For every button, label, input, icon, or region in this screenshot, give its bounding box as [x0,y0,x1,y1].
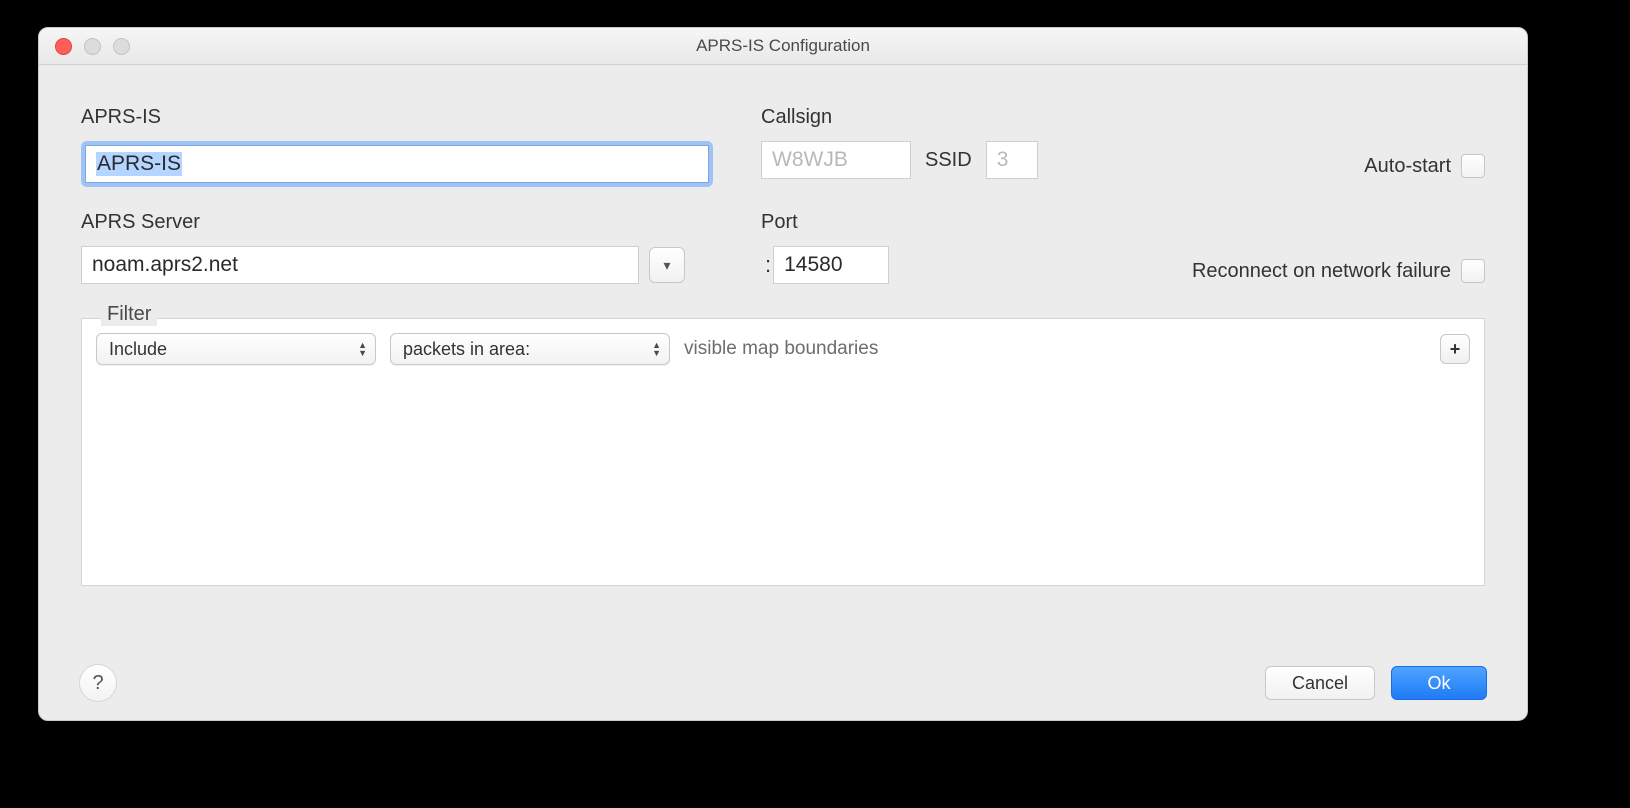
ssid-input[interactable] [986,141,1038,179]
window-controls [55,38,130,55]
dialog-content: APRS-IS APRS-IS Callsign SSID Auto-start [39,64,1527,720]
port-input[interactable] [773,246,889,284]
add-filter-button[interactable]: + [1440,334,1470,364]
aprs-name-value: APRS-IS [96,152,182,176]
filter-mode-select[interactable]: Include ▲▼ [96,333,376,365]
server-input[interactable] [81,246,639,284]
zoom-window-button[interactable] [113,38,130,55]
minimize-window-button[interactable] [84,38,101,55]
updown-caret-icon: ▲▼ [358,342,367,357]
callsign-input[interactable] [761,141,911,179]
aprs-input-focus-ring: APRS-IS [81,141,713,187]
filter-criteria-select[interactable]: packets in area: ▲▼ [390,333,670,365]
dialog-window: APRS-IS Configuration APRS-IS APRS-IS Ca… [38,27,1528,721]
callsign-label: Callsign [761,106,1485,129]
filter-row: Include ▲▼ packets in area: ▲▼ visible m… [96,333,1470,365]
ok-button-label: Ok [1427,673,1450,694]
host-port-separator: : [765,252,771,278]
aprs-name-input[interactable]: APRS-IS [85,145,709,183]
filter-criteria-value: packets in area: [403,339,530,360]
autostart-label: Auto-start [1364,155,1451,178]
reconnect-label: Reconnect on network failure [1192,260,1451,283]
filter-list: Include ▲▼ packets in area: ▲▼ visible m… [81,318,1485,586]
filter-legend: Filter [101,303,157,326]
filter-description: visible map boundaries [684,338,878,360]
reconnect-checkbox[interactable] [1461,259,1485,283]
filter-fieldset: Filter Include ▲▼ packets in area: ▲▼ vi… [81,318,1485,586]
help-icon: ? [92,672,103,695]
server-label: APRS Server [81,211,721,234]
help-button[interactable]: ? [79,664,117,702]
dialog-button-bar: ? Cancel Ok [79,664,1487,702]
aprs-label: APRS-IS [81,106,721,129]
plus-icon: + [1450,339,1461,360]
updown-caret-icon: ▲▼ [652,342,661,357]
ok-button[interactable]: Ok [1391,666,1487,700]
cancel-button[interactable]: Cancel [1265,666,1375,700]
chevron-down-icon: ▾ [663,257,670,274]
titlebar: APRS-IS Configuration [39,28,1527,65]
port-label: Port [761,211,1485,234]
autostart-checkbox[interactable] [1461,154,1485,178]
ssid-label: SSID [925,149,972,172]
window-title: APRS-IS Configuration [39,36,1527,56]
close-window-button[interactable] [55,38,72,55]
filter-mode-value: Include [109,339,167,360]
cancel-button-label: Cancel [1292,673,1348,694]
server-dropdown-button[interactable]: ▾ [649,247,685,283]
